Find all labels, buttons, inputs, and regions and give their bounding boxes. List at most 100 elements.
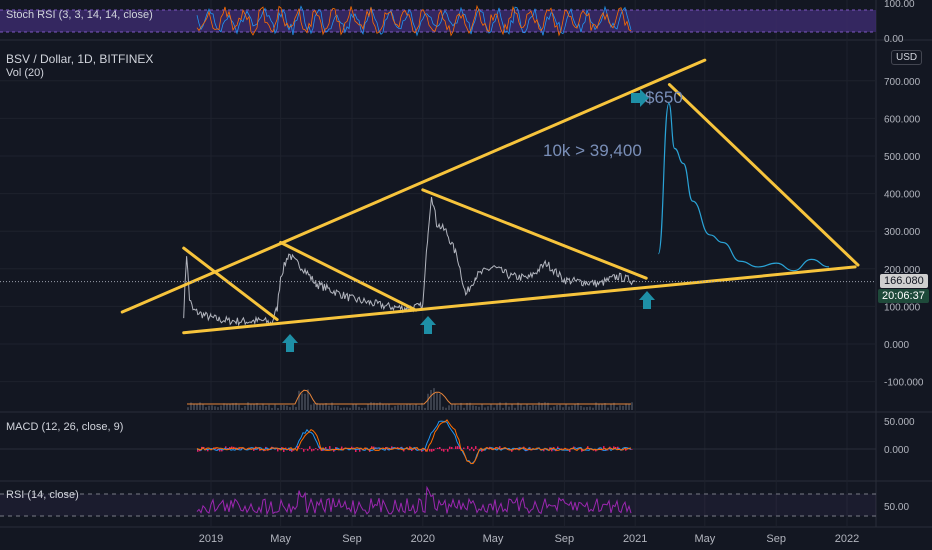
volume-bar <box>436 392 438 410</box>
volume-bar <box>508 406 510 410</box>
volume-bar <box>193 403 195 410</box>
volume-bar <box>403 404 405 410</box>
trendline-projected-fall <box>667 83 860 267</box>
volume-bar <box>550 407 552 410</box>
macd-histogram-bar <box>447 449 449 452</box>
volume-bar <box>544 402 546 410</box>
volume-bar <box>556 404 558 410</box>
volume-bar <box>529 405 531 410</box>
volume-bar <box>286 405 288 410</box>
volume-bar <box>334 405 336 410</box>
volume-bar <box>628 404 630 410</box>
volume-bar <box>289 407 291 410</box>
target-annotation: $650 <box>645 88 683 107</box>
volume-bar <box>520 404 522 410</box>
volume-bar <box>346 407 348 410</box>
volume-bar <box>367 403 369 410</box>
macd-histogram-bar <box>469 449 471 451</box>
macd-histogram-bar <box>477 449 479 450</box>
macd-histogram-bar <box>449 446 451 449</box>
price-tick-label: -100.000 <box>884 378 924 389</box>
volume-bar <box>412 404 414 410</box>
volume-bar <box>454 404 456 410</box>
time-tick-label: Sep <box>766 533 786 545</box>
macd-histogram-bar <box>277 449 279 452</box>
time-tick-label: Sep <box>342 533 362 545</box>
volume-bar <box>442 406 444 410</box>
volume-bar <box>487 406 489 410</box>
volume-bar <box>352 404 354 410</box>
volume-bar <box>535 405 537 410</box>
volume-bar <box>430 389 432 410</box>
volume-bar <box>187 407 189 410</box>
volume-bar <box>484 407 486 410</box>
macd-histogram-bar <box>631 449 633 450</box>
volume-bar <box>523 406 525 410</box>
rsi-tick-label: 50.00 <box>884 502 909 513</box>
up-arrow-icon <box>282 334 298 352</box>
volume-bar <box>526 404 528 410</box>
volume-bar <box>559 404 561 410</box>
volume-bar <box>433 388 435 410</box>
volume-bar <box>397 405 399 410</box>
volume-bar <box>283 405 285 410</box>
volume-bar <box>580 405 582 410</box>
volume-bar <box>379 402 381 410</box>
trendline-fall-2018 <box>182 246 279 322</box>
macd-pane <box>0 419 876 465</box>
volume-bar <box>280 404 282 410</box>
volume-bar <box>538 402 540 410</box>
volume-bar <box>631 402 633 410</box>
volume-bar <box>568 406 570 410</box>
volume-bar <box>475 405 477 410</box>
volume-bar <box>202 403 204 410</box>
ratio-annotation: 10k > 39,400 <box>543 141 642 160</box>
volume-bar <box>265 405 267 410</box>
volume-bar <box>532 404 534 410</box>
volume-bar <box>583 407 585 410</box>
volume-bar <box>439 393 441 410</box>
last-price-tag: 166.080 <box>880 274 928 288</box>
volume-bar <box>553 406 555 410</box>
macd-tick-label: 50.000 <box>884 417 915 428</box>
macd-histogram-bar <box>313 449 315 451</box>
volume-bar <box>295 406 297 410</box>
volume-bar <box>358 406 360 410</box>
volume-bar <box>448 405 450 410</box>
volume-bar <box>349 407 351 410</box>
volume-bar <box>481 404 483 410</box>
volume-bar <box>445 407 447 410</box>
price-tick-label: 0.000 <box>884 340 909 351</box>
macd-histogram-bar <box>473 449 475 452</box>
volume-bar <box>463 407 465 410</box>
time-tick-label: 2021 <box>623 533 647 545</box>
volume-bar <box>244 405 246 410</box>
macd-histogram-bar <box>441 449 443 451</box>
macd-histogram-bar <box>317 449 319 451</box>
arrows <box>282 89 655 352</box>
volume-bar <box>271 407 273 410</box>
macd-histogram-bar <box>429 449 431 452</box>
volume-bar <box>238 404 240 410</box>
volume-bar <box>514 407 516 410</box>
volume-bar <box>382 403 384 410</box>
volume-bar <box>391 407 393 410</box>
volume-bar <box>355 403 357 410</box>
time-tick-label: 2019 <box>199 533 223 545</box>
volume-bar <box>562 407 564 410</box>
volume-bar <box>592 407 594 410</box>
volume-bar <box>322 403 324 410</box>
macd-tick-label: 0.000 <box>884 445 909 456</box>
time-tick-label: May <box>270 533 291 545</box>
rsi-label: RSI (14, close) <box>6 489 79 501</box>
volume-bar <box>409 404 411 410</box>
macd-histogram-bar <box>445 449 447 450</box>
volume-bar <box>427 393 429 410</box>
currency-button[interactable]: USD <box>891 50 923 65</box>
chart-canvas: 700.000600.000500.000400.000300.000200.0… <box>0 0 932 545</box>
volume-bar <box>292 405 294 410</box>
volume-bar <box>268 404 270 410</box>
volume-bar <box>241 407 243 410</box>
trendline-fall-2020 <box>421 188 648 280</box>
macd-histogram-bar <box>309 446 311 449</box>
